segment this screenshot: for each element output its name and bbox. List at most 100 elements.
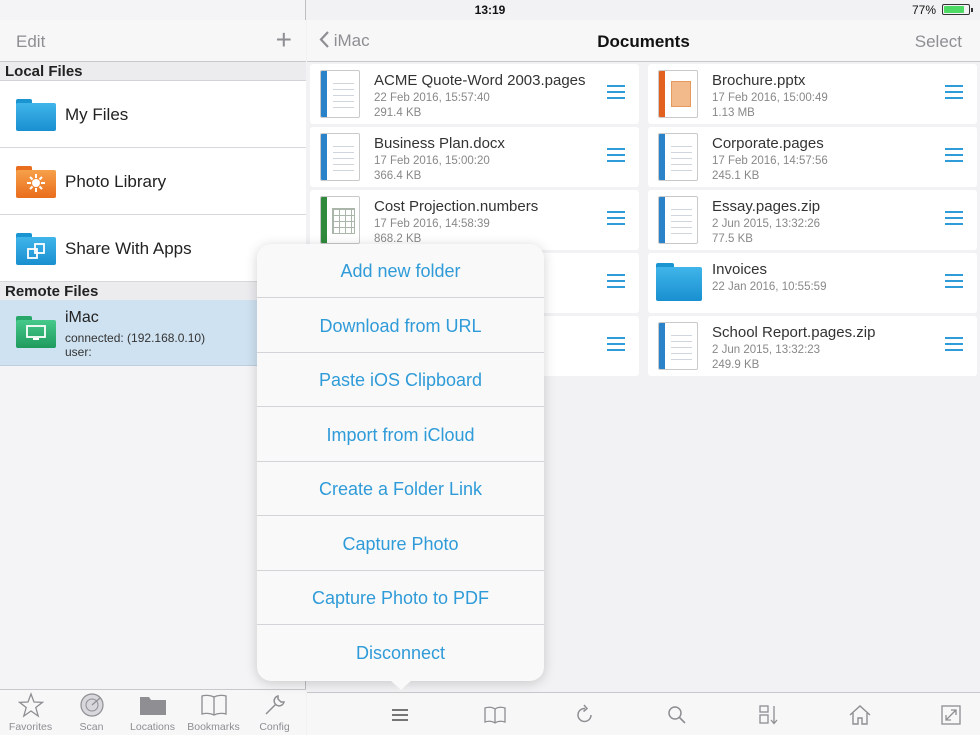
file-size: 77.5 KB	[712, 233, 753, 245]
paste-clipboard-option[interactable]: Paste iOS Clipboard	[257, 353, 544, 407]
file-name: Business Plan.docx	[374, 135, 505, 152]
file-date: 2 Jun 2015, 13:32:23	[712, 344, 821, 356]
remote-user: user:	[65, 345, 92, 359]
scan-icon	[61, 692, 122, 718]
file-size: 1.13 MB	[712, 107, 755, 119]
file-item[interactable]: ACME Quote-Word 2003.pages 22 Feb 2016, …	[310, 64, 639, 124]
select-button[interactable]: Select	[915, 32, 962, 52]
file-menu-icon[interactable]	[607, 274, 625, 288]
file-date: 22 Jan 2016, 10:55:59	[712, 281, 827, 293]
tab-bar: Favorites Scan Locations Bookmarks Confi…	[0, 689, 306, 735]
local-files-header: Local Files	[0, 62, 306, 81]
file-date: 17 Feb 2016, 15:00:20	[374, 155, 490, 167]
add-menu-popover: Add new folder Download from URL Paste i…	[257, 244, 544, 681]
download-from-url-option[interactable]: Download from URL	[257, 299, 544, 353]
file-item[interactable]: Brochure.pptx 17 Feb 2016, 15:00:49 1.13…	[648, 64, 977, 124]
file-date: 17 Feb 2016, 14:58:39	[374, 218, 490, 230]
file-name: Cost Projection.numbers	[374, 198, 539, 215]
import-icloud-option[interactable]: Import from iCloud	[257, 408, 544, 462]
add-location-button[interactable]: +	[276, 24, 292, 56]
tab-label: Favorites	[8, 721, 53, 733]
file-date: 22 Feb 2016, 15:57:40	[374, 92, 490, 104]
menu-icon[interactable]	[387, 701, 415, 729]
file-date: 2 Jun 2015, 13:32:26	[712, 218, 821, 230]
file-name: Invoices	[712, 261, 768, 278]
file-item[interactable]: Corporate.pages 17 Feb 2016, 14:57:56 24…	[648, 127, 977, 187]
create-folder-link-option[interactable]: Create a Folder Link	[257, 462, 544, 516]
search-icon[interactable]	[663, 701, 691, 729]
tab-scan[interactable]: Scan	[61, 690, 122, 735]
tab-label: Scan	[79, 721, 104, 733]
remote-connection-status: connected: (192.168.0.10)	[65, 331, 206, 345]
folder-icon	[16, 99, 56, 131]
documents-nav-bar: iMac Documents Select	[307, 20, 980, 62]
sidebar-item-my-files[interactable]: My Files	[0, 81, 306, 148]
sidebar-nav-bar: Edit +	[0, 20, 306, 62]
popover-arrow	[390, 680, 412, 690]
file-size: 249.9 KB	[712, 359, 760, 371]
sidebar-item-label: My Files	[65, 105, 129, 124]
pages-document-icon	[320, 70, 360, 118]
file-menu-icon[interactable]	[945, 274, 963, 288]
file-menu-icon[interactable]	[945, 211, 963, 225]
file-item[interactable]: Essay.pages.zip 2 Jun 2015, 13:32:26 77.…	[648, 190, 977, 250]
home-icon[interactable]	[846, 701, 874, 729]
book-icon	[183, 692, 244, 718]
file-menu-icon[interactable]	[607, 85, 625, 99]
file-size: 291.4 KB	[374, 107, 422, 119]
pptx-document-icon	[658, 70, 698, 118]
battery-icon	[942, 4, 973, 15]
resize-icon[interactable]	[937, 701, 965, 729]
refresh-icon[interactable]	[571, 701, 599, 729]
share-apps-icon	[16, 233, 56, 265]
book-icon[interactable]	[481, 701, 509, 729]
file-menu-icon[interactable]	[945, 148, 963, 162]
tab-bookmarks[interactable]: Bookmarks	[183, 690, 244, 735]
folder-icon	[656, 263, 702, 301]
capture-photo-pdf-option[interactable]: Capture Photo to PDF	[257, 571, 544, 625]
file-menu-icon[interactable]	[945, 337, 963, 351]
page-title: Documents	[597, 32, 690, 51]
sidebar-item-label: Photo Library	[65, 172, 167, 191]
folder-icon	[122, 692, 183, 718]
computer-folder-icon	[16, 316, 56, 348]
file-menu-icon[interactable]	[607, 148, 625, 162]
tab-config[interactable]: Config	[244, 690, 305, 735]
sort-icon[interactable]	[755, 701, 783, 729]
file-menu-icon[interactable]	[945, 85, 963, 99]
file-name: Essay.pages.zip	[712, 198, 821, 215]
file-item[interactable]: Business Plan.docx 17 Feb 2016, 15:00:20…	[310, 127, 639, 187]
capture-photo-option[interactable]: Capture Photo	[257, 517, 544, 571]
wrench-icon	[244, 692, 305, 718]
file-size: 245.1 KB	[712, 170, 760, 182]
pages-document-icon	[658, 322, 698, 370]
file-name: ACME Quote-Word 2003.pages	[374, 72, 586, 89]
file-name: Brochure.pptx	[712, 72, 806, 89]
edit-button[interactable]: Edit	[16, 32, 45, 52]
tab-label: Config	[259, 721, 290, 733]
file-item[interactable]: Invoices 22 Jan 2016, 10:55:59	[648, 253, 977, 313]
tab-label: Bookmarks	[187, 721, 240, 733]
file-name: Corporate.pages	[712, 135, 824, 152]
file-item[interactable]: Cost Projection.numbers 17 Feb 2016, 14:…	[310, 190, 639, 250]
file-date: 17 Feb 2016, 15:00:49	[712, 92, 828, 104]
pages-document-icon	[658, 133, 698, 181]
sidebar-item-label: Share With Apps	[65, 239, 192, 258]
file-menu-icon[interactable]	[607, 211, 625, 225]
star-icon	[0, 692, 61, 718]
remote-name: iMac	[65, 309, 99, 326]
file-menu-icon[interactable]	[607, 337, 625, 351]
disconnect-option[interactable]: Disconnect	[257, 626, 544, 680]
add-new-folder-option[interactable]: Add new folder	[257, 244, 544, 298]
tab-favorites[interactable]: Favorites	[0, 690, 61, 735]
file-size: 366.4 KB	[374, 170, 422, 182]
file-item[interactable]: School Report.pages.zip 2 Jun 2015, 13:3…	[648, 316, 977, 376]
tab-locations[interactable]: Locations	[122, 690, 183, 735]
tab-label: Locations	[130, 721, 175, 733]
bottom-toolbar	[307, 692, 980, 735]
numbers-document-icon	[320, 196, 360, 244]
file-name: School Report.pages.zip	[712, 324, 876, 341]
pages-document-icon	[320, 133, 360, 181]
file-date: 17 Feb 2016, 14:57:56	[712, 155, 828, 167]
sidebar-item-photo-library[interactable]: Photo Library	[0, 148, 306, 215]
